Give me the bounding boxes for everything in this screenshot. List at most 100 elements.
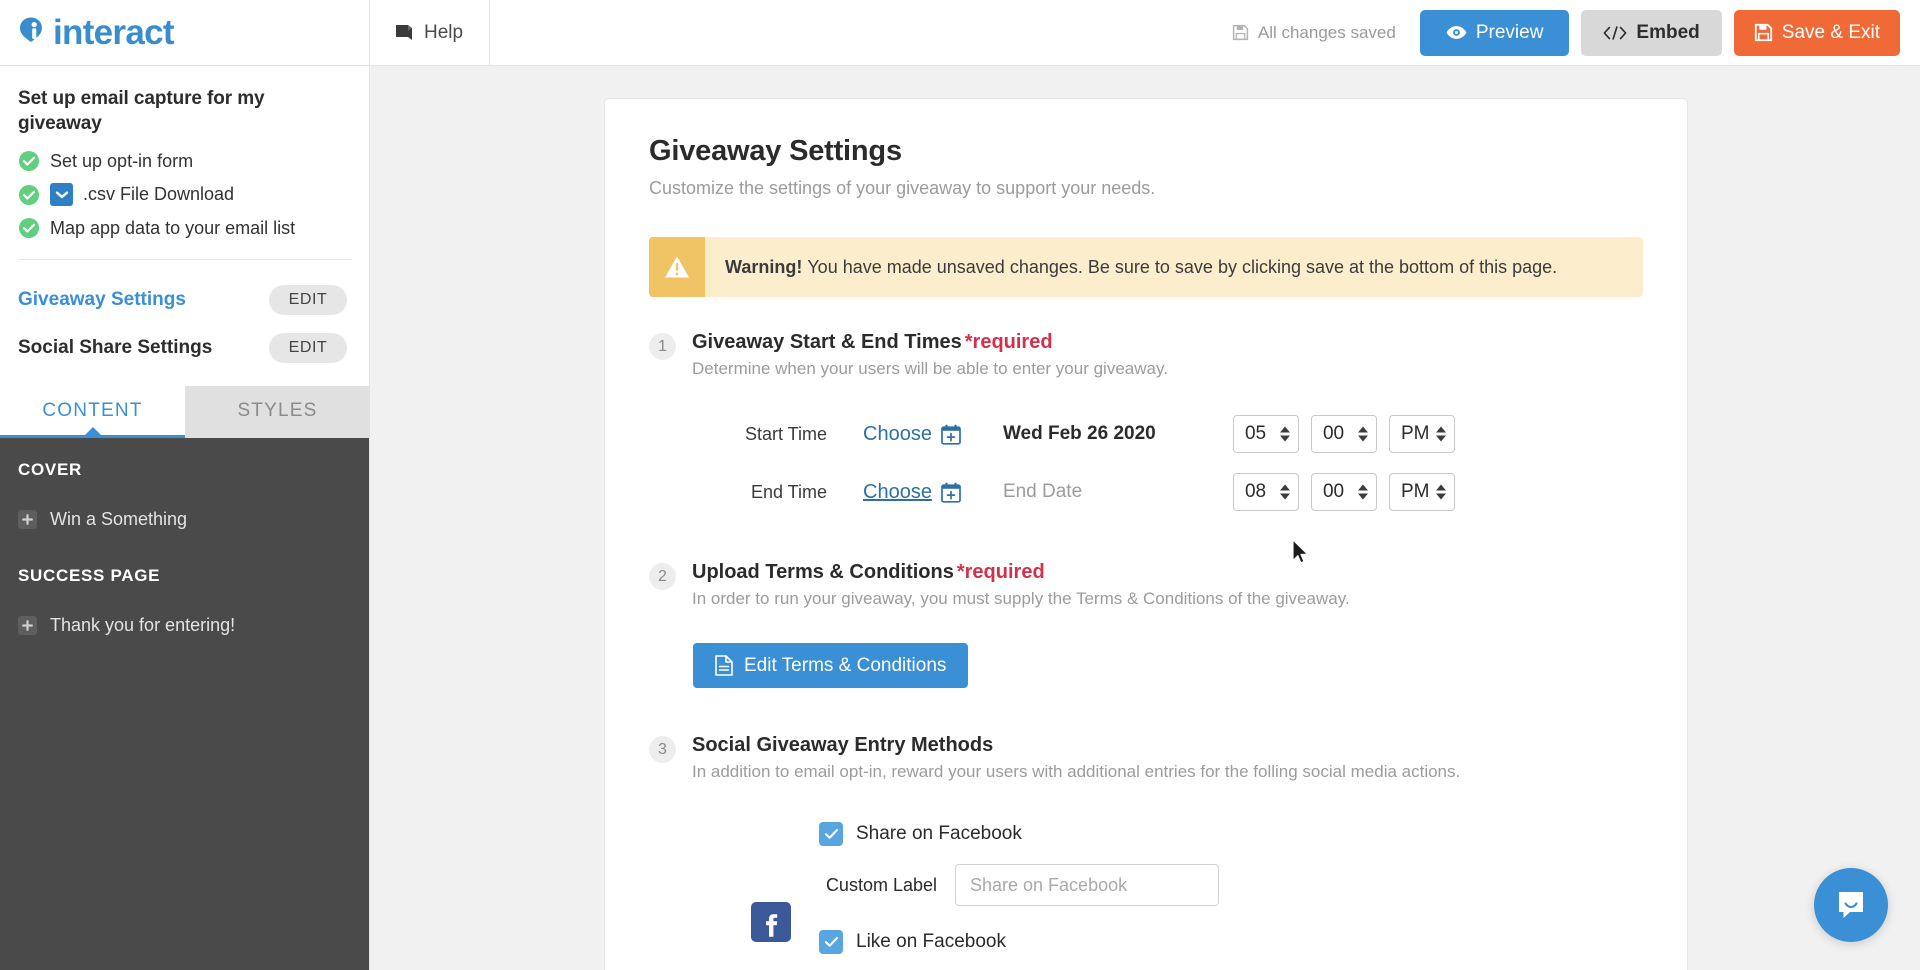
end-time-row: End Time Choose End Date 08 00 PM [709, 463, 1643, 521]
share-custom-label-text: Custom Label [825, 874, 937, 895]
panel-item-thank-you[interactable]: Thank you for entering! [0, 608, 369, 642]
step-2-terms: 2 Upload Terms & Conditions *required In … [649, 561, 1643, 609]
plus-glyph-icon [22, 619, 33, 631]
start-time-row: Start Time Choose Wed Feb 26 2020 05 00 … [709, 405, 1643, 463]
end-date-value: End Date [1002, 481, 1083, 503]
share-on-facebook-label: Share on Facebook [856, 823, 1022, 845]
sidebar-settings-list: Giveaway Settings EDIT Social Share Sett… [0, 260, 369, 386]
end-meridiem-value: PM [1400, 481, 1430, 503]
spinner-arrows-icon [1435, 484, 1446, 500]
panel-item-label: Thank you for entering! [50, 614, 236, 635]
unsaved-changes-warning: Warning! You have made unsaved changes. … [649, 237, 1643, 298]
end-time-choose-link[interactable]: Choose [863, 481, 961, 504]
step-3-description: In addition to email opt-in, reward your… [692, 762, 1461, 782]
end-time-label: End Time [750, 481, 827, 502]
sidebar-item-label: Social Share Settings [18, 337, 213, 359]
brand-logo[interactable]: interact [0, 0, 370, 66]
step-3-heading: Social Giveaway Entry Methods [692, 734, 1460, 757]
checklist-label: .csv File Download [83, 184, 235, 205]
edit-terms-and-conditions-button[interactable]: Edit Terms & Conditions [693, 643, 969, 689]
panel-item-win-a-something[interactable]: Win a Something [0, 502, 369, 536]
panel-item-label: Win a Something [50, 508, 188, 529]
sidebar-title: Set up email capture for my giveaway [18, 88, 265, 135]
step-1-giveaway-times: 1 Giveaway Start & End Times *required De… [649, 331, 1643, 379]
start-time-choose-link[interactable]: Choose [863, 423, 961, 446]
warning-triangle-icon [665, 256, 689, 278]
end-minute-spinner[interactable]: 00 [1310, 473, 1377, 512]
eye-icon [1446, 26, 1467, 39]
checklist-item[interactable]: .csv File Download [18, 183, 347, 207]
like-on-facebook-row: Like on Facebook [819, 922, 1643, 962]
spinner-arrows-icon [1435, 426, 1446, 442]
step-number: 2 [649, 563, 676, 591]
required-marker: *required [956, 561, 1045, 584]
save-status: All changes saved [1232, 23, 1396, 43]
tab-content[interactable]: CONTENT [0, 386, 185, 439]
share-custom-label-row: Custom Label [819, 864, 1643, 907]
facebook-entry-fields: Share on Facebook Custom Label Like on F… [819, 814, 1643, 970]
checklist: Set up opt-in form .csv File Download Ma… [18, 150, 347, 239]
spinner-arrows-icon [1279, 426, 1290, 442]
share-on-facebook-checkbox[interactable] [819, 822, 843, 847]
sidebar-tabs: CONTENT STYLES [0, 386, 370, 439]
end-time-spinners: 08 00 PM [1232, 473, 1455, 512]
step-number: 1 [649, 333, 676, 361]
brand-name: interact [53, 13, 175, 52]
checklist-item[interactable]: Map app data to your email list [18, 217, 347, 239]
preview-button[interactable]: Preview [1419, 9, 1570, 56]
step-1-heading-text: Giveaway Start & End Times [692, 331, 962, 354]
book-icon [396, 24, 412, 40]
check-circle-icon [19, 151, 39, 172]
sidebar-item-social-share-settings[interactable]: Social Share Settings EDIT [18, 324, 347, 372]
tab-styles[interactable]: STYLES [185, 386, 370, 439]
end-meridiem-spinner[interactable]: PM [1388, 473, 1455, 512]
chat-smile-icon [1839, 892, 1863, 918]
sidebar-item-giveaway-settings[interactable]: Giveaway Settings EDIT [18, 276, 347, 324]
start-meridiem-spinner[interactable]: PM [1388, 415, 1455, 454]
embed-label: Embed [1636, 21, 1700, 43]
spinner-arrows-icon [1357, 426, 1368, 442]
save-and-exit-button[interactable]: Save & Exit [1733, 9, 1900, 56]
help-button[interactable]: Help [370, 0, 491, 66]
like-on-facebook-label: Like on Facebook [856, 931, 1006, 953]
step-1-description: Determine when your users will be able t… [692, 359, 1168, 379]
sidebar: Set up email capture for my giveaway Set… [0, 66, 370, 970]
step-3-social-entry: 3 Social Giveaway Entry Methods In addit… [649, 734, 1643, 782]
end-hour-spinner[interactable]: 08 [1232, 473, 1299, 512]
edit-giveaway-settings-button[interactable]: EDIT [269, 285, 347, 316]
like-on-facebook-checkbox[interactable] [819, 930, 843, 955]
step-2-heading: Upload Terms & Conditions *required [692, 561, 1350, 584]
panel-section-cover-title: COVER [18, 460, 82, 480]
embed-button[interactable]: Embed [1581, 9, 1722, 56]
save-and-exit-label: Save & Exit [1781, 21, 1880, 43]
share-custom-label-input[interactable] [955, 864, 1219, 907]
required-marker: *required [964, 331, 1053, 354]
intercom-messenger-button[interactable] [1814, 868, 1888, 942]
checkmark-icon [824, 937, 838, 948]
step-2-heading-text: Upload Terms & Conditions [692, 561, 954, 584]
step-1-heading: Giveaway Start & End Times *required [692, 331, 1168, 354]
warning-message: Warning! You have made unsaved changes. … [705, 237, 1577, 297]
spinner-arrows-icon [1279, 484, 1290, 500]
checklist-item[interactable]: Set up opt-in form [18, 150, 347, 172]
start-time-spinners: 05 00 PM [1232, 415, 1455, 454]
edit-social-share-settings-button[interactable]: EDIT [269, 333, 347, 364]
settings-card: Giveaway Settings Customize the settings… [604, 98, 1688, 970]
panel-spacer [0, 536, 369, 566]
facebook-icon-column [723, 814, 819, 970]
start-hour-spinner[interactable]: 05 [1232, 415, 1299, 454]
facebook-icon [751, 902, 791, 943]
preview-label: Preview [1475, 21, 1544, 43]
share-on-facebook-row: Share on Facebook [819, 814, 1643, 854]
floppy-disk-icon [1754, 23, 1772, 42]
sidebar-header: Set up email capture for my giveaway Set… [0, 66, 369, 239]
end-minute-value: 00 [1322, 481, 1345, 503]
plus-icon [18, 509, 37, 529]
panel-section-success-title: SUCCESS PAGE [18, 566, 161, 586]
start-minute-spinner[interactable]: 00 [1310, 415, 1377, 454]
spinner-arrows-icon [1357, 484, 1368, 500]
plus-glyph-icon [22, 513, 33, 525]
end-hour-value: 08 [1244, 481, 1267, 503]
document-icon [715, 655, 733, 677]
start-time-label: Start Time [744, 423, 827, 444]
